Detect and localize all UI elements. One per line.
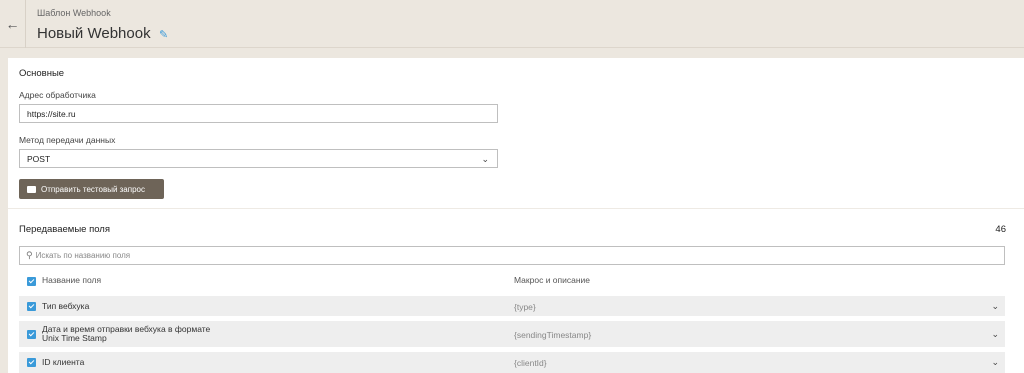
search-icon: ⚲: [26, 250, 33, 260]
method-label: Метод передачи данных: [19, 135, 116, 145]
page-title: Новый Webhook: [37, 25, 151, 42]
arrow-left-icon: ←: [5, 16, 20, 32]
row-macro: {clientId}: [514, 358, 547, 368]
send-test-label: Отправить тестовый запрос: [41, 184, 145, 194]
row-macro: {type}: [514, 302, 536, 312]
page-header: ← Шаблон Webhook Новый Webhook ✎: [0, 0, 1024, 48]
breadcrumb[interactable]: Шаблон Webhook: [37, 8, 111, 18]
row-name: ID клиента: [42, 357, 85, 367]
chevron-down-icon[interactable]: ⌄: [991, 301, 999, 312]
search-placeholder: Искать по названию поля: [35, 251, 131, 260]
method-value: POST: [27, 153, 51, 164]
chevron-down-icon[interactable]: ⌄: [991, 357, 999, 368]
field-search-input[interactable]: ⚲ Искать по названию поля: [19, 246, 1005, 265]
row-checkbox[interactable]: [27, 302, 36, 311]
section-fields-title: Передаваемые поля: [19, 224, 110, 235]
row-name: Тип вебхука: [42, 301, 90, 311]
send-test-request-button[interactable]: Отправить тестовый запрос: [19, 179, 164, 199]
url-label: Адрес обработчика: [19, 90, 96, 100]
chevron-down-icon: ⌄: [481, 154, 489, 164]
send-icon: [27, 185, 36, 193]
column-header-macro: Макрос и описание: [514, 275, 591, 285]
table-row[interactable]: Дата и время отправки вебхука в формате …: [19, 321, 1005, 347]
row-macro: {sendingTimestamp}: [514, 330, 592, 340]
pencil-icon[interactable]: ✎: [159, 28, 171, 41]
method-select[interactable]: POST ⌄: [19, 149, 498, 168]
url-value: https://site.ru: [27, 108, 76, 119]
select-all-checkbox[interactable]: [27, 277, 36, 286]
back-button[interactable]: ←: [0, 0, 26, 48]
column-header-name: Название поля: [42, 275, 102, 285]
webhook-form-card: Основные Адрес обработчика https://site.…: [8, 58, 1024, 373]
row-name: Дата и время отправки вебхука в формате …: [42, 324, 211, 343]
section-basic-title: Основные: [19, 68, 65, 79]
row-checkbox[interactable]: [27, 330, 36, 339]
url-field[interactable]: https://site.ru: [19, 104, 498, 123]
divider: [8, 208, 1024, 209]
table-row[interactable]: Тип вебхука {type} ⌄: [19, 296, 1005, 316]
chevron-down-icon[interactable]: ⌄: [991, 329, 999, 340]
table-row[interactable]: ID клиента {clientId} ⌄: [19, 352, 1005, 373]
row-checkbox[interactable]: [27, 358, 36, 367]
fields-count: 46: [995, 224, 1006, 235]
